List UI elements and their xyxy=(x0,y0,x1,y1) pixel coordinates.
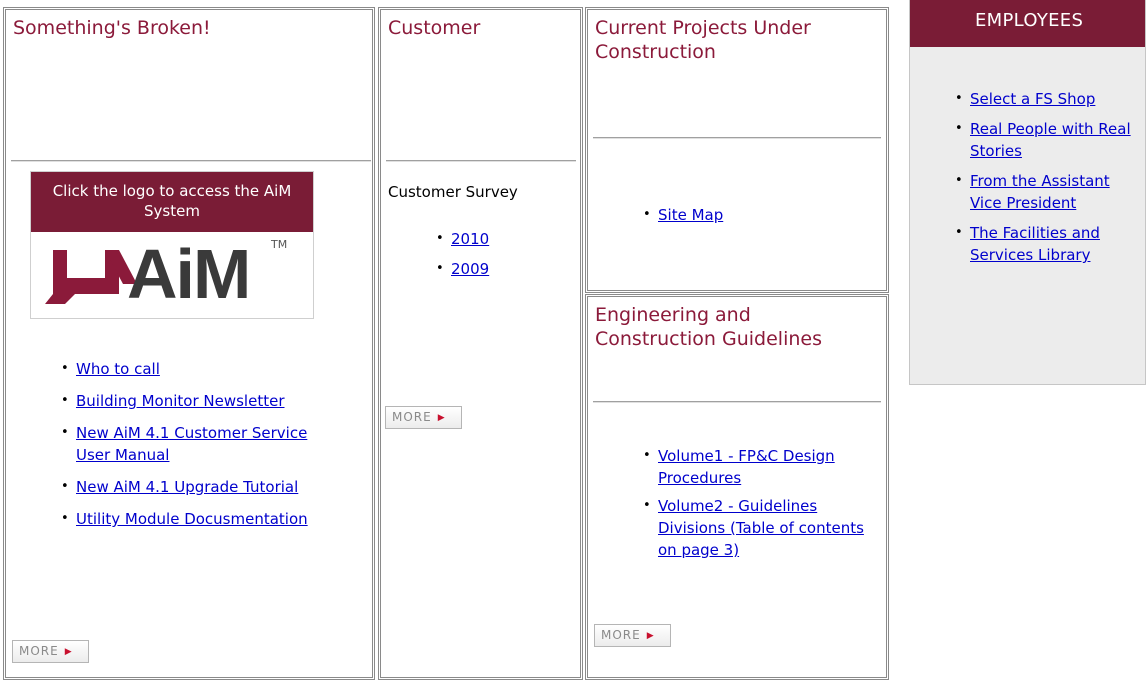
link-real-people-real-stories[interactable]: Real People with Real Stories xyxy=(970,120,1131,160)
employees-box: EMPLOYEES Select a FS Shop Real People w… xyxy=(909,0,1146,385)
link-survey-2010[interactable]: 2010 xyxy=(451,230,489,248)
link-volume1-design-procedures[interactable]: Volume1 - FP&C Design Procedures xyxy=(658,447,835,487)
arrow-right-icon: ▶ xyxy=(64,647,73,657)
link-utility-module-docs[interactable]: Utility Module Docusmentation xyxy=(76,510,308,528)
link-assistant-vice-president[interactable]: From the Assistant Vice President xyxy=(970,172,1110,212)
list-item: Site Map xyxy=(640,204,840,226)
list-item: Real People with Real Stories xyxy=(952,118,1146,162)
more-button-label: MORE xyxy=(19,644,59,658)
list-item: The Facilities and Services Library xyxy=(952,222,1130,266)
panel-current-projects: Current Projects Under Construction Site… xyxy=(585,7,889,293)
link-select-fs-shop[interactable]: Select a FS Shop xyxy=(970,90,1095,108)
panel-engineering-guidelines: Engineering and Construction Guidelines … xyxy=(585,294,889,680)
panel-title: Engineering and Construction Guidelines xyxy=(595,304,822,350)
aim-trademark: TM xyxy=(271,238,288,251)
list-item: From the Assistant Vice President xyxy=(952,170,1130,214)
aim-logo-caption: Click the logo to access the AiM System xyxy=(31,172,313,232)
arrow-right-icon: ▶ xyxy=(646,631,655,641)
panel-title: Current Projects Under Construction xyxy=(595,17,811,63)
link-survey-2009[interactable]: 2009 xyxy=(451,260,489,278)
list-item: 2010 xyxy=(433,228,553,250)
list-item: 2009 xyxy=(433,258,553,280)
panel-somethings-broken: Something's Broken! Click the logo to ac… xyxy=(3,7,375,680)
link-facilities-services-library[interactable]: The Facilities and Services Library xyxy=(970,224,1100,264)
panel-customer: Customer Customer Survey 2010 2009 MORE ▶ xyxy=(378,7,583,680)
list-item: Volume1 - FP&C Design Procedures xyxy=(640,445,880,489)
more-button-label: MORE xyxy=(392,410,432,424)
aim-logo-link[interactable]: Click the logo to access the AiM System … xyxy=(30,171,314,319)
aim-logo[interactable]: AiM TM xyxy=(31,232,313,318)
more-button-label: MORE xyxy=(601,628,641,642)
link-volume2-guidelines-divisions[interactable]: Volume2 - Guidelines Divisions (Table of… xyxy=(658,497,864,559)
employees-heading: EMPLOYEES xyxy=(910,0,1145,47)
list-item: New AiM 4.1 Upgrade Tutorial xyxy=(58,476,318,498)
aim-logo-text: AiM xyxy=(127,235,251,313)
more-button[interactable]: MORE ▶ xyxy=(594,624,671,647)
divider xyxy=(593,137,881,139)
survey-year-list: 2010 2009 xyxy=(433,228,553,290)
link-aim-upgrade-tutorial[interactable]: New AiM 4.1 Upgrade Tutorial xyxy=(76,478,298,496)
list-item: Volume2 - Guidelines Divisions (Table of… xyxy=(640,495,880,561)
projects-link-list: Site Map xyxy=(640,204,840,236)
panel-title: Customer xyxy=(388,17,481,39)
divider xyxy=(593,401,881,403)
link-aim-customer-manual[interactable]: New AiM 4.1 Customer Service User Manual xyxy=(76,424,307,464)
employees-link-list: Select a FS Shop Real People with Real S… xyxy=(952,88,1146,276)
divider xyxy=(386,160,576,162)
panel-title: Something's Broken! xyxy=(13,17,211,39)
broken-link-list: Who to call Building Monitor Newsletter … xyxy=(58,358,318,540)
customer-survey-label: Customer Survey xyxy=(388,183,518,201)
arrow-right-icon: ▶ xyxy=(437,413,446,423)
list-item: New AiM 4.1 Customer Service User Manual xyxy=(58,422,318,466)
divider xyxy=(11,160,371,162)
link-building-monitor-newsletter[interactable]: Building Monitor Newsletter xyxy=(76,392,285,410)
link-site-map[interactable]: Site Map xyxy=(658,206,723,224)
more-button[interactable]: MORE ▶ xyxy=(12,640,89,663)
engineering-link-list: Volume1 - FP&C Design Procedures Volume2… xyxy=(640,445,880,571)
list-item: Who to call xyxy=(58,358,318,380)
list-item: Select a FS Shop xyxy=(952,88,1146,110)
list-item: Utility Module Docusmentation xyxy=(58,508,318,530)
list-item: Building Monitor Newsletter xyxy=(58,390,318,412)
link-who-to-call[interactable]: Who to call xyxy=(76,360,160,378)
more-button[interactable]: MORE ▶ xyxy=(385,406,462,429)
